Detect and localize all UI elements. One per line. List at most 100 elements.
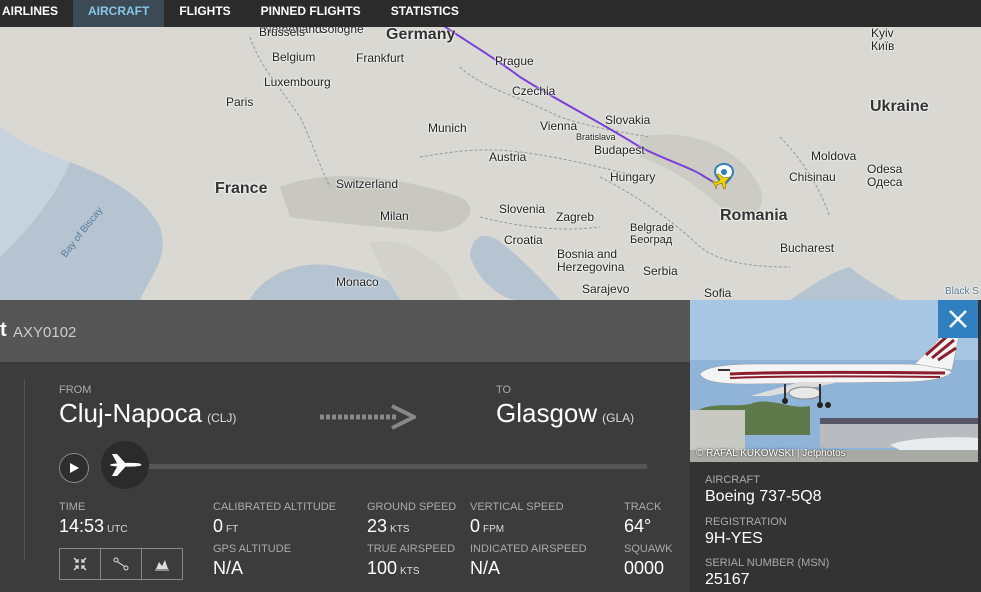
squawk-value: 0000	[624, 558, 665, 578]
map-label-belgrade: Belgrade Београд	[630, 222, 675, 246]
map-label-monaco: Monaco	[336, 275, 379, 289]
tab-flights[interactable]: FLIGHTS	[164, 0, 245, 27]
aircraft-photo[interactable]: © RAFAL KUKOWSKI | Jetphotos	[690, 300, 978, 462]
true-airspeed-value: 100	[367, 558, 398, 578]
from-label: FROM	[59, 384, 92, 396]
map-label-czechia: Czechia	[512, 84, 556, 98]
time-value: 14:53	[59, 516, 105, 536]
map-view[interactable]: Netherlands Germany Brussels Cologne Bel…	[0, 27, 981, 300]
map-label-brussels: Brussels	[259, 27, 306, 39]
map-label-sofia: Sofia	[704, 286, 732, 300]
true-airspeed-unit: KTS	[400, 566, 420, 577]
track-label: TRACK	[624, 501, 662, 513]
tab-statistics[interactable]: STATISTICS	[376, 0, 474, 27]
tab-airlines[interactable]: AIRLINES	[0, 0, 73, 27]
map-label-munich: Munich	[428, 121, 467, 135]
play-button[interactable]	[59, 453, 89, 483]
map-label-slovakia: Slovakia	[605, 113, 651, 127]
map-label-black-sea: Black S	[945, 286, 979, 297]
map-label-slovenia: Slovenia	[499, 202, 546, 216]
indicated-airspeed-label: INDICATED AIRSPEED	[470, 543, 587, 555]
route-arrow-icon	[320, 404, 419, 435]
map-label-bosnia: Bosnia and Herzegovina	[557, 247, 625, 274]
squawk-stat: SQUAWK 0000	[624, 543, 673, 579]
graph-button[interactable]	[142, 548, 183, 580]
map-label-croatia: Croatia	[504, 233, 543, 247]
registration-value[interactable]: 9H-YES	[705, 530, 787, 548]
track-stat: TRACK 64°	[624, 501, 661, 537]
calibrated-altitude-value: 0	[213, 516, 224, 536]
progress-plane-icon	[101, 441, 149, 489]
ground-speed-unit: KTS	[390, 524, 410, 535]
vertical-speed-unit: FPM	[483, 524, 505, 535]
map-label-cologne: Cologne	[319, 27, 364, 36]
chart-icon	[155, 560, 169, 571]
aircraft-label: AIRCRAFT	[705, 474, 760, 486]
photo-credit[interactable]: © RAFAL KUKOWSKI | Jetphotos	[696, 448, 846, 459]
map-label-bratislava: Bratislava	[576, 132, 616, 142]
aircraft-value[interactable]: Boeing 737-5Q8	[705, 488, 822, 506]
true-airspeed-label: TRUE AIRSPEED	[367, 543, 456, 555]
map-label-frankfurt: Frankfurt	[356, 51, 405, 65]
registration-block: REGISTRATION 9H-YES	[705, 516, 787, 548]
vertical-speed-stat: VERTICAL SPEED 0 FPM	[470, 501, 564, 537]
indicated-airspeed-value: N/A	[470, 558, 501, 578]
top-nav: AIRLINES AIRCRAFT FLIGHTS PINNED FLIGHTS…	[0, 0, 981, 27]
map-label-france: France	[215, 180, 268, 197]
origin-block: FROM Cluj-Napoca (CLJ)	[59, 384, 236, 429]
flight-header: t AXY0102	[0, 300, 690, 362]
origin-city[interactable]: Cluj-Napoca	[59, 398, 202, 428]
time-label: TIME	[59, 501, 86, 513]
gps-altitude-stat: GPS ALTITUDE N/A	[213, 543, 291, 579]
map-label-bucharest: Bucharest	[780, 241, 835, 255]
tab-aircraft[interactable]: AIRCRAFT	[73, 0, 165, 27]
map-label-ukraine: Ukraine	[870, 98, 929, 115]
vertical-speed-label: VERTICAL SPEED	[470, 501, 564, 513]
callsign: AXY0102	[13, 324, 77, 341]
map-label-vienna: Vienna	[540, 119, 578, 133]
map-label-romania: Romania	[720, 207, 788, 224]
map-label-odesa: Odesa Одеса	[867, 162, 903, 189]
tab-pinned-flights[interactable]: PINNED FLIGHTS	[246, 0, 376, 27]
map-label-zagreb: Zagreb	[556, 210, 595, 224]
map-label-sarajevo: Sarajevo	[582, 282, 630, 296]
calibrated-altitude-label: CALIBRATED ALTITUDE	[213, 501, 337, 513]
calibrated-altitude-stat: CALIBRATED ALTITUDE 0 FT	[213, 501, 336, 537]
gps-altitude-value: N/A	[213, 558, 244, 578]
map-label-germany: Germany	[386, 27, 456, 43]
view-buttons	[59, 548, 183, 580]
map-label-budapest: Budapest	[594, 143, 645, 157]
map-label-switzerland: Switzerland	[336, 177, 399, 191]
play-icon	[70, 463, 79, 473]
serial-number-value: 25167	[705, 571, 750, 588]
map-label-serbia: Serbia	[643, 264, 678, 278]
serial-number-label: SERIAL NUMBER (MSN)	[705, 557, 830, 569]
flight-progress-bar[interactable]	[125, 464, 647, 469]
route-button[interactable]	[101, 548, 142, 580]
vertical-speed-value: 0	[470, 516, 481, 536]
time-unit: UTC	[107, 524, 128, 535]
destination-code: (GLA)	[602, 411, 635, 425]
squawk-label: SQUAWK	[624, 543, 673, 555]
ground-speed-label: GROUND SPEED	[367, 501, 457, 513]
registration-label: REGISTRATION	[705, 516, 787, 528]
origin-code: (CLJ)	[207, 411, 237, 425]
time-stat: TIME 14:53 UTC	[59, 501, 128, 537]
fullscreen-button[interactable]	[59, 548, 101, 580]
map-label-moldova: Moldova	[811, 149, 857, 163]
destination-city[interactable]: Glasgow	[496, 398, 597, 428]
aircraft-side-panel: © RAFAL KUKOWSKI | Jetphotos AIRCRAFT Bo…	[690, 300, 981, 592]
track-value: 64°	[624, 516, 652, 536]
close-button[interactable]	[938, 300, 978, 338]
to-label: TO	[496, 384, 512, 396]
route-icon	[113, 557, 129, 571]
map-label-belgium: Belgium	[272, 50, 316, 64]
map-label-hungary: Hungary	[610, 170, 656, 184]
aircraft-type-block: AIRCRAFT Boeing 737-5Q8	[705, 474, 822, 506]
map-label-milan: Milan	[380, 209, 409, 223]
collapse-arrows-icon	[73, 557, 87, 571]
map-label-paris: Paris	[226, 95, 254, 109]
ground-speed-stat: GROUND SPEED 23 KTS	[367, 501, 456, 537]
map-label-chisinau: Chisinau	[789, 170, 836, 184]
destination-block: TO Glasgow (GLA)	[496, 384, 634, 429]
